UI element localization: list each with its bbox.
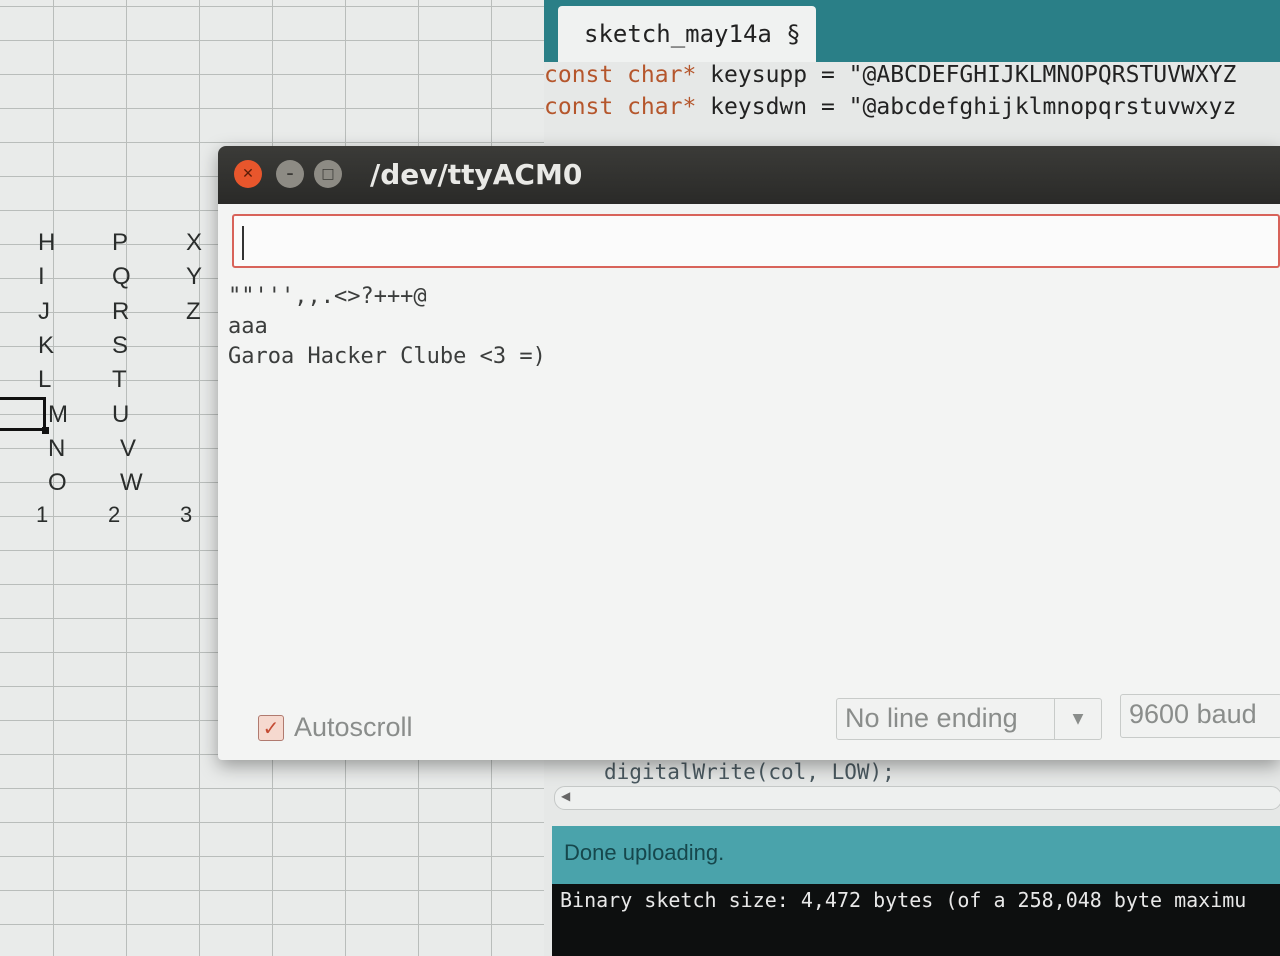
line-ending-select[interactable]: No line ending ▼ [836, 698, 1102, 740]
serial-monitor-window: ✕ – □ /dev/ttyACM0 ""''',,.<>?+++@ aaa G… [218, 146, 1280, 760]
baud-rate-select[interactable]: 9600 baud [1120, 694, 1280, 738]
cell-letter: Z [186, 297, 201, 325]
cell-letter: R [112, 297, 130, 325]
cell-letter: P [112, 229, 129, 256]
code-text: keysupp = "@ABCDEFGHIJKLMNOPQRSTUVWXYZ [696, 62, 1237, 88]
close-icon[interactable]: ✕ [234, 160, 262, 188]
output-line: aaa [228, 314, 268, 339]
chevron-down-icon[interactable]: ▼ [1054, 699, 1101, 739]
cell-letter: I [38, 263, 45, 291]
autoscroll-checkbox[interactable]: ✓ [258, 714, 284, 741]
window-titlebar[interactable]: ✕ – □ /dev/ttyACM0 [218, 146, 1280, 204]
maximize-icon[interactable]: □ [314, 160, 342, 188]
cell-letter: N [48, 434, 66, 462]
cell-letter: O [48, 469, 67, 497]
autoscroll-toggle[interactable]: ✓ Autoscroll [258, 712, 413, 743]
output-line: ""''',,.<>?+++@ [228, 284, 427, 309]
cell-letter: U [112, 400, 130, 428]
cell-letter: H [38, 229, 56, 256]
code-line[interactable]: const char* keysupp = "@ABCDEFGHIJKLMNOP… [544, 62, 1236, 88]
cell-letter: Q [112, 263, 131, 291]
cell-letter: S [112, 331, 129, 359]
code-keyword: const char* [544, 94, 697, 120]
status-text: Done uploading. [564, 840, 725, 865]
window-title: /dev/ttyACM0 [370, 158, 583, 191]
code-keyword: const char* [544, 62, 697, 88]
cell-letter: M [48, 400, 68, 428]
selected-cell[interactable] [0, 397, 49, 434]
send-input[interactable] [232, 214, 1280, 268]
cell-letter: V [120, 434, 137, 462]
cell-letter: L [38, 366, 52, 394]
cell-letter: X [186, 229, 203, 256]
code-text: keysdwn = "@abcdefghijklmnopqrstuvwxyz [696, 94, 1237, 120]
editor-tab-bar: sketch_may14a § [544, 0, 1280, 62]
cell-letter: J [38, 297, 50, 325]
scroll-left-icon[interactable]: ◀ [561, 789, 570, 803]
cell-letter: W [120, 469, 143, 497]
column-number: 1 [36, 502, 49, 527]
output-line: Garoa Hacker Clube <3 =) [228, 344, 546, 369]
line-ending-value: No line ending [845, 703, 1018, 733]
console-output: Binary sketch size: 4,472 bytes (of a 25… [552, 884, 1280, 956]
cell-letter: K [38, 331, 55, 359]
serial-output: ""''',,.<>?+++@ aaa Garoa Hacker Clube <… [228, 282, 1268, 372]
column-number: 2 [108, 502, 121, 527]
baud-rate-value: 9600 baud [1129, 699, 1257, 729]
tab-label: sketch_may14a § [584, 20, 801, 48]
autoscroll-label: Autoscroll [294, 712, 413, 742]
console-text: Binary sketch size: 4,472 bytes (of a 25… [560, 888, 1247, 912]
code-line-partial[interactable]: digitalWrite(col, LOW); [604, 760, 895, 784]
tab-sketch[interactable]: sketch_may14a § [558, 6, 816, 62]
text-caret [242, 226, 244, 260]
horizontal-scrollbar[interactable]: ◀ [554, 786, 1280, 810]
cell-letter: Y [186, 263, 203, 291]
minimize-icon[interactable]: – [276, 160, 304, 188]
status-bar: Done uploading. [552, 826, 1280, 884]
code-line[interactable]: const char* keysdwn = "@abcdefghijklmnop… [544, 94, 1236, 120]
column-number: 3 [180, 502, 193, 527]
cell-letter: T [112, 366, 127, 394]
